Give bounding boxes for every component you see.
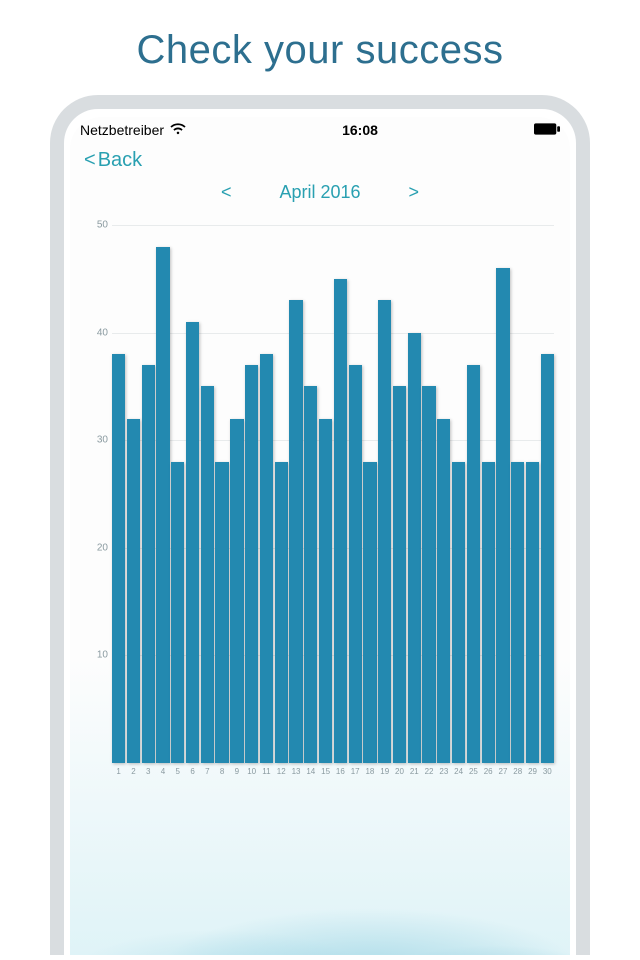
x-tick: 5 bbox=[171, 765, 184, 785]
bar[interactable] bbox=[422, 386, 435, 763]
bar[interactable] bbox=[260, 354, 273, 763]
prev-month-button[interactable]: < bbox=[213, 178, 240, 207]
x-tick: 21 bbox=[408, 765, 421, 785]
x-tick: 24 bbox=[452, 765, 465, 785]
battery-icon bbox=[534, 122, 560, 138]
bar[interactable] bbox=[215, 462, 228, 763]
bar[interactable] bbox=[275, 462, 288, 763]
phone-frame: Netzbetreiber 16:08 < Back < April 2016 … bbox=[50, 95, 590, 955]
y-tick: 40 bbox=[82, 327, 108, 338]
next-month-button[interactable]: > bbox=[401, 178, 428, 207]
bar[interactable] bbox=[408, 333, 421, 763]
bar[interactable] bbox=[127, 419, 140, 763]
x-tick: 23 bbox=[437, 765, 450, 785]
bar[interactable] bbox=[452, 462, 465, 763]
app-screen: Netzbetreiber 16:08 < Back < April 2016 … bbox=[70, 117, 570, 955]
bar[interactable] bbox=[304, 386, 317, 763]
x-tick: 1 bbox=[112, 765, 125, 785]
x-tick: 12 bbox=[275, 765, 288, 785]
plot-area bbox=[112, 225, 554, 763]
back-button[interactable]: < Back bbox=[84, 149, 142, 172]
y-tick: 10 bbox=[82, 650, 108, 661]
bar[interactable] bbox=[142, 365, 155, 763]
back-chevron-icon: < bbox=[84, 149, 96, 172]
x-tick: 3 bbox=[142, 765, 155, 785]
x-tick: 22 bbox=[422, 765, 435, 785]
y-tick: 30 bbox=[82, 435, 108, 446]
bar[interactable] bbox=[437, 419, 450, 763]
x-tick: 25 bbox=[467, 765, 480, 785]
x-tick: 9 bbox=[230, 765, 243, 785]
x-tick: 28 bbox=[511, 765, 524, 785]
chart-container: 1020304050 12345678910111213141516171819… bbox=[70, 215, 570, 955]
status-bar: Netzbetreiber 16:08 bbox=[70, 117, 570, 143]
x-tick: 6 bbox=[186, 765, 199, 785]
bar[interactable] bbox=[201, 386, 214, 763]
bar[interactable] bbox=[363, 462, 376, 763]
bar[interactable] bbox=[186, 322, 199, 763]
bar[interactable] bbox=[526, 462, 539, 763]
x-tick: 30 bbox=[541, 765, 554, 785]
bar[interactable] bbox=[541, 354, 554, 763]
x-tick: 19 bbox=[378, 765, 391, 785]
x-tick: 11 bbox=[260, 765, 273, 785]
x-tick: 10 bbox=[245, 765, 258, 785]
bar-chart: 1020304050 12345678910111213141516171819… bbox=[82, 225, 558, 785]
month-nav: < April 2016 > bbox=[70, 174, 570, 215]
bar[interactable] bbox=[393, 386, 406, 763]
x-tick: 4 bbox=[156, 765, 169, 785]
x-tick: 14 bbox=[304, 765, 317, 785]
x-tick: 18 bbox=[363, 765, 376, 785]
bars-group bbox=[112, 225, 554, 763]
x-axis: 1234567891011121314151617181920212223242… bbox=[112, 765, 554, 785]
back-label: Back bbox=[98, 149, 142, 172]
water-splash-decoration bbox=[70, 795, 570, 955]
x-tick: 2 bbox=[127, 765, 140, 785]
x-tick: 8 bbox=[215, 765, 228, 785]
bar[interactable] bbox=[112, 354, 125, 763]
bar[interactable] bbox=[171, 462, 184, 763]
status-left: Netzbetreiber bbox=[80, 122, 186, 138]
bar[interactable] bbox=[496, 268, 509, 763]
bar[interactable] bbox=[245, 365, 258, 763]
wifi-icon bbox=[170, 122, 186, 138]
bar[interactable] bbox=[378, 300, 391, 763]
x-tick: 20 bbox=[393, 765, 406, 785]
x-tick: 7 bbox=[201, 765, 214, 785]
bar[interactable] bbox=[289, 300, 302, 763]
bar[interactable] bbox=[156, 247, 169, 763]
bar[interactable] bbox=[511, 462, 524, 763]
x-tick: 27 bbox=[496, 765, 509, 785]
hero-title: Check your success bbox=[0, 0, 640, 95]
bar[interactable] bbox=[349, 365, 362, 763]
nav-bar: < Back bbox=[70, 143, 570, 174]
x-tick: 29 bbox=[526, 765, 539, 785]
y-tick: 20 bbox=[82, 542, 108, 553]
x-tick: 16 bbox=[334, 765, 347, 785]
bar[interactable] bbox=[230, 419, 243, 763]
carrier-label: Netzbetreiber bbox=[80, 122, 164, 138]
month-label: April 2016 bbox=[279, 182, 360, 203]
x-tick: 13 bbox=[289, 765, 302, 785]
x-tick: 15 bbox=[319, 765, 332, 785]
bar[interactable] bbox=[482, 462, 495, 763]
bar[interactable] bbox=[467, 365, 480, 763]
x-tick: 26 bbox=[482, 765, 495, 785]
x-tick: 17 bbox=[349, 765, 362, 785]
y-tick: 50 bbox=[82, 220, 108, 231]
status-time: 16:08 bbox=[342, 122, 378, 138]
bar[interactable] bbox=[319, 419, 332, 763]
bar[interactable] bbox=[334, 279, 347, 763]
